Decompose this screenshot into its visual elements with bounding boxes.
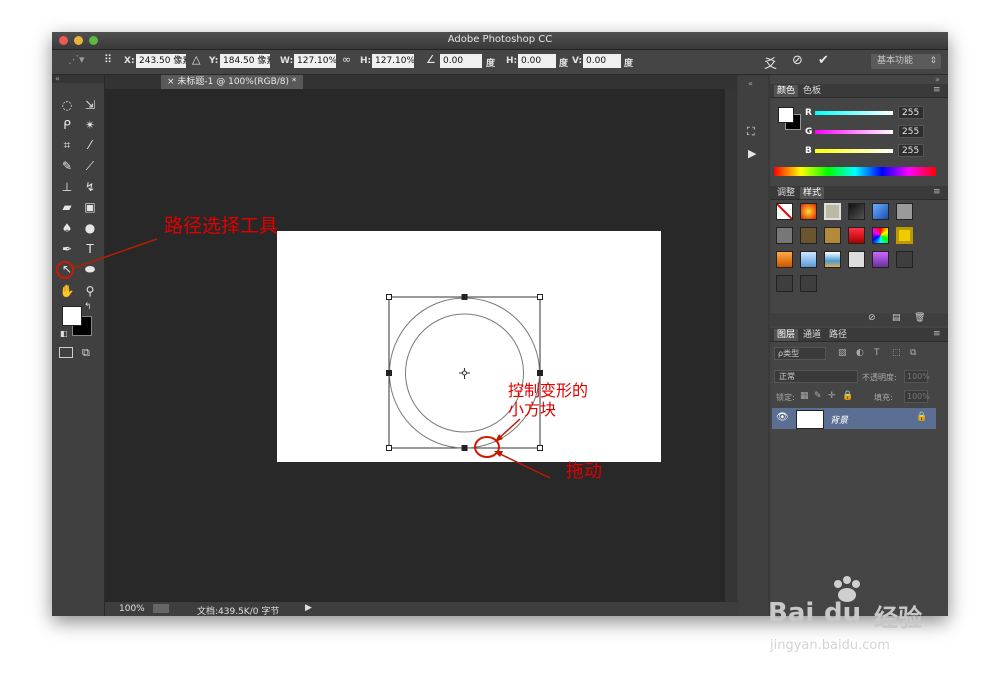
foreground-color-swatch[interactable] — [62, 306, 82, 326]
watermark-brand-a: Bai — [768, 598, 815, 628]
watermark-url: jingyan.baidu.com — [770, 638, 890, 653]
annotation-transform-handle-line2: 小方块 — [508, 400, 557, 419]
annotation-drag: 拖动 — [566, 461, 602, 482]
handle-highlight-circle — [474, 436, 500, 458]
annotation-transform-handle-line1: 控制变形的 — [508, 381, 589, 400]
annotation-path-select-tool: 路径选择工具 — [164, 215, 279, 237]
drag-arrow — [495, 451, 551, 479]
tool-highlight-circle — [56, 261, 74, 279]
color-panel-foreground-swatch[interactable] — [778, 107, 794, 123]
watermark-brand-b: du — [824, 598, 862, 628]
watermark-brand-c: 经验 — [874, 604, 922, 632]
tool-arrow — [73, 238, 158, 269]
